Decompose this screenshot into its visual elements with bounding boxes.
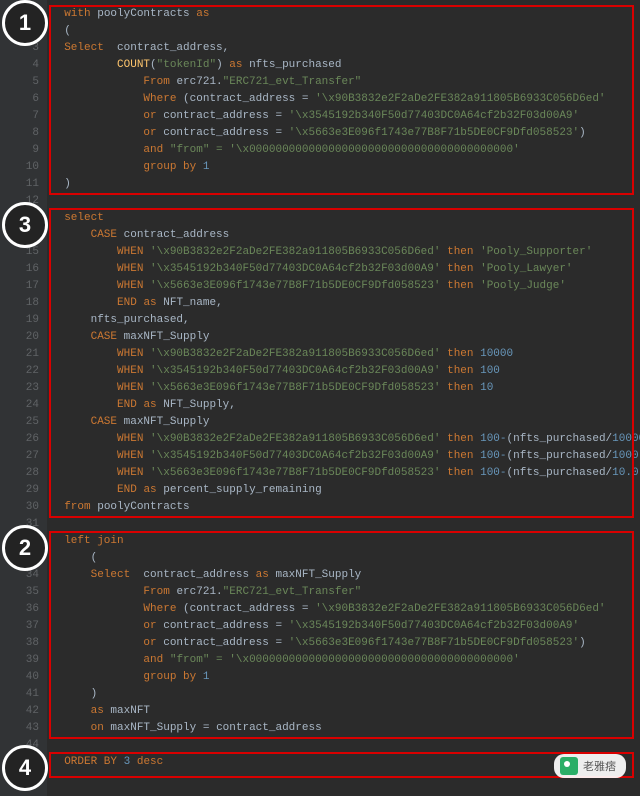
code-line: From erc721."ERC721_evt_Transfer" bbox=[51, 74, 640, 91]
line-number: 26 bbox=[0, 431, 47, 448]
code-line: WHEN '\x5663e3E096f1743e77B8F71b5DE0CF9D… bbox=[51, 380, 640, 397]
wechat-watermark: 老雅痞 bbox=[554, 754, 626, 778]
code-line: WHEN '\x5663e3E096f1743e77B8F71b5DE0CF9D… bbox=[51, 278, 640, 295]
code-line: END as percent_supply_remaining bbox=[51, 482, 640, 499]
line-number-gutter: 1 2 3 4 5 6 7 8 9 10 11 12 13 14 15 16 1… bbox=[0, 0, 47, 796]
line-number: 20 bbox=[0, 329, 47, 346]
code-line bbox=[51, 737, 640, 754]
line-number: 18 bbox=[0, 295, 47, 312]
code-line: on maxNFT_Supply = contract_address bbox=[51, 720, 640, 737]
line-number: 37 bbox=[0, 618, 47, 635]
line-number: 41 bbox=[0, 686, 47, 703]
line-number: 38 bbox=[0, 635, 47, 652]
code-line: Select contract_address, bbox=[51, 40, 640, 57]
line-number: 19 bbox=[0, 312, 47, 329]
code-line: ) bbox=[51, 686, 640, 703]
line-number: 5 bbox=[0, 74, 47, 91]
code-line: WHEN '\x3545192b340F50d77403DC0A64cf2b32… bbox=[51, 448, 640, 465]
code-line: left join bbox=[51, 533, 640, 550]
code-line: group by 1 bbox=[51, 159, 640, 176]
line-number: 9 bbox=[0, 142, 47, 159]
line-number: 6 bbox=[0, 91, 47, 108]
line-number: 23 bbox=[0, 380, 47, 397]
code-line: and "from" = '\x000000000000000000000000… bbox=[51, 142, 640, 159]
line-number: 8 bbox=[0, 125, 47, 142]
code-line: with poolyContracts as bbox=[51, 6, 640, 23]
step-badge-2: 2 bbox=[2, 525, 48, 571]
line-number: 17 bbox=[0, 278, 47, 295]
line-number: 21 bbox=[0, 346, 47, 363]
step-badge-3: 3 bbox=[2, 202, 48, 248]
line-number: 11 bbox=[0, 176, 47, 193]
code-line: nfts_purchased, bbox=[51, 312, 640, 329]
code-line: from poolyContracts bbox=[51, 499, 640, 516]
code-line: CASE maxNFT_Supply bbox=[51, 329, 640, 346]
watermark-label: 老雅痞 bbox=[583, 758, 616, 774]
code-line: select bbox=[51, 210, 640, 227]
line-number: 27 bbox=[0, 448, 47, 465]
code-line: WHEN '\x3545192b340F50d77403DC0A64cf2b32… bbox=[51, 363, 640, 380]
code-line: END as NFT_name, bbox=[51, 295, 640, 312]
code-line: and "from" = '\x000000000000000000000000… bbox=[51, 652, 640, 669]
code-line: WHEN '\x90B3832e2F2aDe2FE382a911805B6933… bbox=[51, 431, 640, 448]
code-line: or contract_address = '\x5663e3E096f1743… bbox=[51, 125, 640, 142]
line-number: 28 bbox=[0, 465, 47, 482]
code-line: WHEN '\x5663e3E096f1743e77B8F71b5DE0CF9D… bbox=[51, 465, 640, 482]
code-line: group by 1 bbox=[51, 669, 640, 686]
code-line bbox=[51, 193, 640, 210]
code-line: ) bbox=[51, 176, 640, 193]
wechat-icon bbox=[560, 757, 578, 775]
line-number: 36 bbox=[0, 601, 47, 618]
line-number: 25 bbox=[0, 414, 47, 431]
line-number: 29 bbox=[0, 482, 47, 499]
code-line: or contract_address = '\x3545192b340F50d… bbox=[51, 108, 640, 125]
code-editor: 1 2 3 4 5 6 7 8 9 10 11 12 13 14 15 16 1… bbox=[0, 0, 640, 796]
code-line: WHEN '\x90B3832e2F2aDe2FE382a911805B6933… bbox=[51, 244, 640, 261]
step-badge-4: 4 bbox=[2, 745, 48, 791]
code-line: WHEN '\x90B3832e2F2aDe2FE382a911805B6933… bbox=[51, 346, 640, 363]
code-line: ( bbox=[51, 550, 640, 567]
code-line: as maxNFT bbox=[51, 703, 640, 720]
line-number: 40 bbox=[0, 669, 47, 686]
code-line: WHEN '\x3545192b340F50d77403DC0A64cf2b32… bbox=[51, 261, 640, 278]
code-line: Where (contract_address = '\x90B3832e2F2… bbox=[51, 91, 640, 108]
line-number: 16 bbox=[0, 261, 47, 278]
code-line: ( bbox=[51, 23, 640, 40]
code-line: From erc721."ERC721_evt_Transfer" bbox=[51, 584, 640, 601]
line-number: 35 bbox=[0, 584, 47, 601]
line-number: 24 bbox=[0, 397, 47, 414]
line-number: 43 bbox=[0, 720, 47, 737]
code-area[interactable]: with poolyContracts as ( Select contract… bbox=[47, 0, 640, 796]
code-line bbox=[51, 516, 640, 533]
code-line: END as NFT_Supply, bbox=[51, 397, 640, 414]
line-number: 30 bbox=[0, 499, 47, 516]
code-line: CASE maxNFT_Supply bbox=[51, 414, 640, 431]
line-number: 7 bbox=[0, 108, 47, 125]
step-badge-1: 1 bbox=[2, 0, 48, 46]
line-number: 22 bbox=[0, 363, 47, 380]
code-line: CASE contract_address bbox=[51, 227, 640, 244]
code-line: ORDER BY 3 desc bbox=[51, 754, 640, 771]
code-line: or contract_address = '\x3545192b340F50d… bbox=[51, 618, 640, 635]
code-line: Select contract_address as maxNFT_Supply bbox=[51, 567, 640, 584]
line-number: 39 bbox=[0, 652, 47, 669]
code-line: Where (contract_address = '\x90B3832e2F2… bbox=[51, 601, 640, 618]
line-number: 10 bbox=[0, 159, 47, 176]
line-number: 42 bbox=[0, 703, 47, 720]
code-line: COUNT("tokenId") as nfts_purchased bbox=[51, 57, 640, 74]
code-line: or contract_address = '\x5663e3E096f1743… bbox=[51, 635, 640, 652]
line-number: 4 bbox=[0, 57, 47, 74]
